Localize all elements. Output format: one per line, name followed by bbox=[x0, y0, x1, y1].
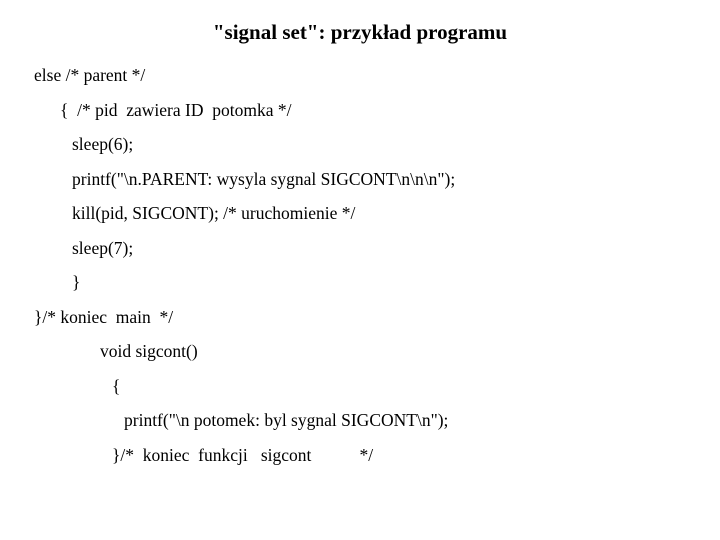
code-block: else /* parent */ { /* pid zawiera ID po… bbox=[0, 67, 720, 464]
code-line: else /* parent */ bbox=[0, 67, 720, 85]
code-line: } bbox=[0, 274, 720, 292]
code-line: void sigcont() bbox=[0, 343, 720, 361]
code-line: }/* koniec main */ bbox=[0, 309, 720, 327]
code-line: kill(pid, SIGCONT); /* uruchomienie */ bbox=[0, 205, 720, 223]
code-line: printf("\n potomek: byl sygnal SIGCONT\n… bbox=[0, 412, 720, 430]
code-line: }/* koniec funkcji sigcont */ bbox=[0, 447, 720, 465]
page-title: "signal set": przykład programu bbox=[0, 20, 720, 45]
code-line: { /* pid zawiera ID potomka */ bbox=[0, 102, 720, 120]
code-line: sleep(7); bbox=[0, 240, 720, 258]
code-line: printf("\n.PARENT: wysyla sygnal SIGCONT… bbox=[0, 171, 720, 189]
document-page: "signal set": przykład programu else /* … bbox=[0, 0, 720, 464]
code-line: sleep(6); bbox=[0, 136, 720, 154]
code-line: { bbox=[0, 378, 720, 396]
